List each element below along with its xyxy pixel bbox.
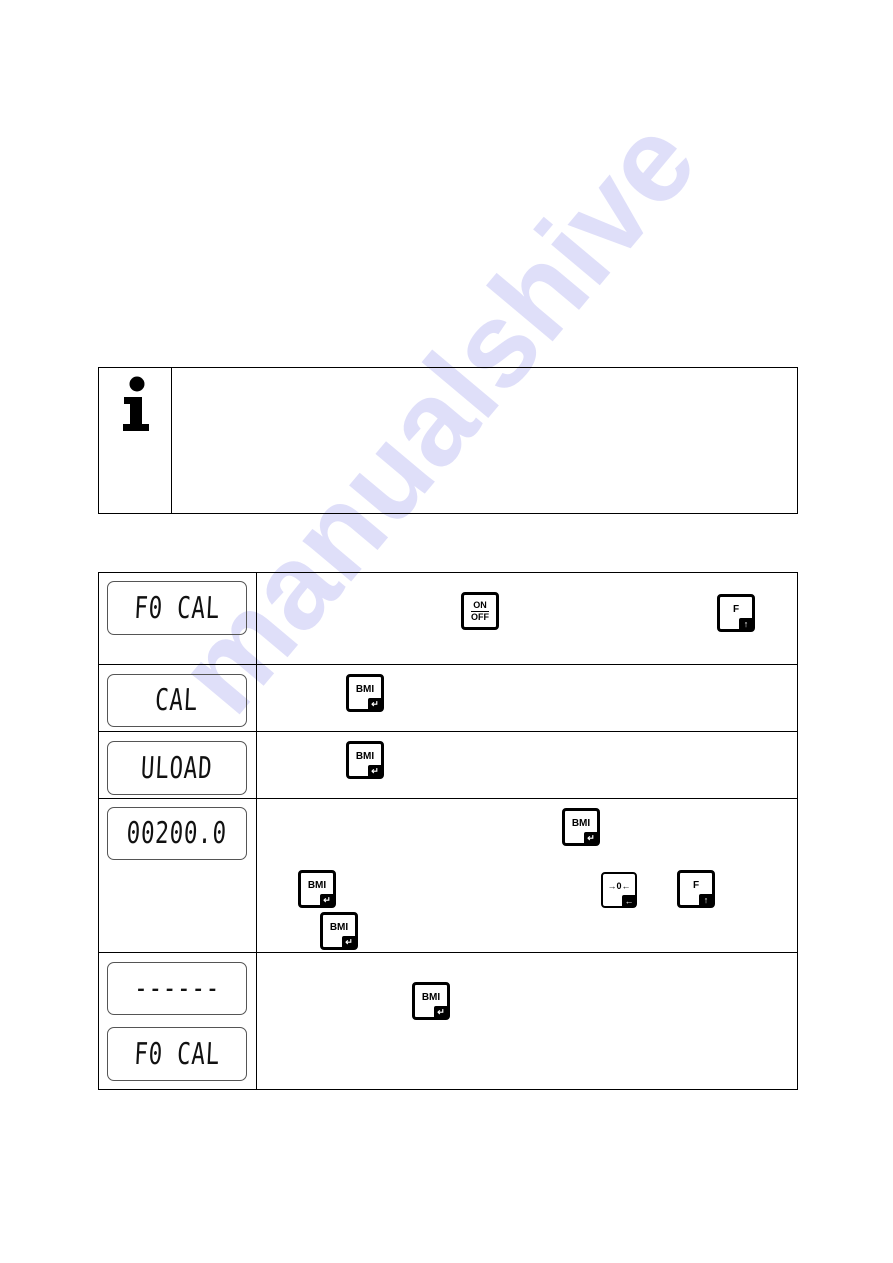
f-up-key-icon: F ↑: [717, 594, 755, 632]
lcd-text: 00200.0: [126, 816, 228, 851]
key-label-on: ON: [471, 600, 489, 612]
enter-icon: ↵: [320, 894, 334, 906]
enter-icon: ↵: [584, 832, 598, 844]
bmi-enter-key-icon: BMI ↵: [562, 808, 600, 846]
zero-left-key-icon: →0← ←: [601, 872, 637, 908]
key-label: BMI: [329, 921, 349, 933]
lcd-text: CAL: [154, 683, 200, 718]
lcd-display: 00200.0: [107, 807, 247, 860]
arrow-up-icon: ↑: [699, 894, 713, 906]
bmi-enter-key-icon: BMI ↵: [412, 982, 450, 1020]
lcd-text: ------: [133, 971, 221, 1006]
lcd-display: F0 CAL: [107, 1027, 247, 1081]
enter-icon: ↵: [368, 765, 382, 777]
key-label-off: OFF: [471, 612, 489, 622]
bmi-enter-key-icon: BMI ↵: [320, 912, 358, 950]
on-off-key-icon: ON OFF: [461, 592, 499, 630]
column-divider: [256, 572, 257, 1090]
bmi-enter-key-icon: BMI ↵: [346, 674, 384, 712]
manual-page: manualshive F0 CAL CAL ULOAD 00200.0 ---…: [0, 0, 893, 1263]
enter-icon: ↵: [434, 1006, 448, 1018]
lcd-display: F0 CAL: [107, 581, 247, 635]
lcd-display: CAL: [107, 674, 247, 727]
key-label: BMI: [571, 817, 591, 829]
key-label: →0←: [607, 881, 631, 891]
lcd-text: ULOAD: [140, 750, 214, 786]
row-divider: [98, 664, 798, 665]
enter-icon: ↵: [368, 698, 382, 710]
bmi-enter-key-icon: BMI ↵: [298, 870, 336, 908]
key-label: F: [732, 603, 740, 615]
row-divider: [98, 798, 798, 799]
row-divider: [98, 952, 798, 953]
arrow-up-icon: ↑: [739, 618, 753, 630]
lcd-display: ------: [107, 962, 247, 1015]
lcd-display: ULOAD: [107, 741, 247, 795]
arrow-left-icon: ←: [622, 895, 636, 907]
lcd-text: F0 CAL: [133, 590, 221, 626]
key-label: BMI: [355, 750, 375, 762]
f-up-key-icon: F ↑: [677, 870, 715, 908]
info-box: [98, 367, 798, 514]
key-label: BMI: [421, 991, 441, 1003]
info-divider: [171, 367, 172, 514]
row-divider: [98, 731, 798, 732]
lcd-text: F0 CAL: [133, 1036, 221, 1072]
info-icon: [123, 376, 149, 431]
key-label: BMI: [307, 879, 327, 891]
enter-icon: ↵: [342, 936, 356, 948]
key-label: F: [692, 879, 700, 891]
bmi-enter-key-icon: BMI ↵: [346, 741, 384, 779]
key-label: BMI: [355, 683, 375, 695]
